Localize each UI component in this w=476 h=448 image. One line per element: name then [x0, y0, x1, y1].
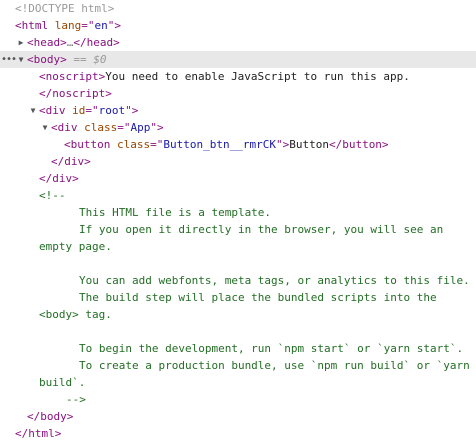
head-node[interactable]: ▶ <head>…</head> — [0, 34, 476, 51]
comment-open-node[interactable]: <!-- — [0, 187, 476, 204]
comment-text: To create a production bundle, use `npm … — [79, 359, 470, 372]
html-close-tag: </html> — [15, 427, 62, 440]
div-root-tag-close: > — [131, 104, 139, 117]
comment-line: <body> tag. — [0, 306, 476, 323]
comment-text: The build step will place the bundled sc… — [79, 291, 437, 304]
comment-text: You can add webfonts, meta tags, or anal… — [79, 274, 470, 287]
noscript-close-tag: </noscript> — [39, 87, 112, 100]
comment-text: empty page. — [39, 240, 112, 253]
elements-tree: <!DOCTYPE html> <html lang="en"> ▶ <head… — [0, 0, 476, 448]
comment-line: build`. — [0, 374, 476, 391]
comment-close: --> — [66, 393, 86, 406]
head-close-tag: </head> — [73, 36, 120, 49]
div-app-attr-value: App — [130, 121, 151, 134]
button-node[interactable]: <button class="Button_btn__rmrCK">Button… — [0, 136, 476, 153]
selected-node-marker: == $0 — [73, 53, 107, 66]
comment-line: This HTML file is a template. — [0, 204, 476, 221]
div-app-tag: <div — [51, 121, 78, 134]
comment-close-node: --> — [0, 391, 476, 408]
div-app-close-tag: </div> — [51, 155, 91, 168]
doctype-node[interactable]: <!DOCTYPE html> — [0, 0, 476, 17]
body-node-selected[interactable]: ••• ▼ <body> == $0 — [0, 51, 476, 68]
html-open-node[interactable]: <html lang="en"> — [0, 17, 476, 34]
expanded-triangle-icon[interactable]: ▼ — [40, 119, 50, 136]
html-tag-close: "> — [107, 19, 121, 32]
head-open-tag: <head> — [27, 36, 67, 49]
comment-text: This HTML file is a template. — [79, 206, 272, 219]
comment-open: <!-- — [39, 189, 66, 202]
button-close-tag: </button> — [328, 138, 389, 151]
div-app-node[interactable]: ▼ <div class="App"> — [0, 119, 476, 136]
comment-line: To create a production bundle, use `npm … — [0, 357, 476, 374]
html-attr-value: en — [94, 19, 108, 32]
comment-line: To begin the development, run `npm start… — [0, 340, 476, 357]
div-root-close-node[interactable]: </div> — [0, 170, 476, 187]
div-root-attr-value: root — [98, 104, 126, 117]
body-close-node[interactable]: </body> — [0, 408, 476, 425]
button-attr-name: class — [116, 138, 151, 151]
button-text: Button — [289, 138, 329, 151]
noscript-node[interactable]: <noscript>You need to enable JavaScript … — [0, 68, 476, 85]
comment-line: empty page. — [0, 238, 476, 255]
comment-line: If you open it directly in the browser, … — [0, 221, 476, 238]
html-tag: <html — [15, 19, 49, 32]
noscript-open-tag: <noscript> — [39, 70, 106, 83]
noscript-text: You need to enable JavaScript to run thi… — [105, 70, 410, 83]
comment-line: You can add webfonts, meta tags, or anal… — [0, 272, 476, 289]
div-app-attr-name: class — [84, 121, 118, 134]
comment-text: build`. — [39, 376, 86, 389]
div-root-close-tag: </div> — [39, 172, 79, 185]
expanded-triangle-icon[interactable]: ▼ — [16, 51, 26, 68]
ellipsis-icon[interactable]: ••• — [1, 51, 17, 68]
html-attr-eq: =" — [81, 19, 95, 32]
doctype-text: <!DOCTYPE html> — [15, 2, 115, 15]
noscript-close-node[interactable]: </noscript> — [0, 85, 476, 102]
expanded-triangle-icon[interactable]: ▼ — [28, 102, 38, 119]
body-open-tag: <body> — [27, 53, 67, 66]
comment-text: <body> tag. — [39, 308, 112, 321]
div-root-attr-name: id — [72, 104, 86, 117]
body-close-tag: </body> — [27, 410, 74, 423]
button-attr-value: Button_btn__rmrCK — [163, 138, 276, 151]
div-root-node[interactable]: ▼ <div id="root"> — [0, 102, 476, 119]
html-attr-name: lang — [54, 19, 82, 32]
div-app-close-node[interactable]: </div> — [0, 153, 476, 170]
html-close-node[interactable]: </html> — [0, 425, 476, 442]
comment-text: To begin the development, run `npm start… — [79, 342, 464, 355]
div-app-tag-close: > — [157, 121, 164, 134]
collapsed-triangle-icon[interactable]: ▶ — [16, 34, 26, 51]
button-open-tag: <button — [64, 138, 111, 151]
comment-text: If you open it directly in the browser, … — [79, 223, 444, 236]
comment-line: The build step will place the bundled sc… — [0, 289, 476, 306]
div-root-tag: <div — [39, 104, 66, 117]
